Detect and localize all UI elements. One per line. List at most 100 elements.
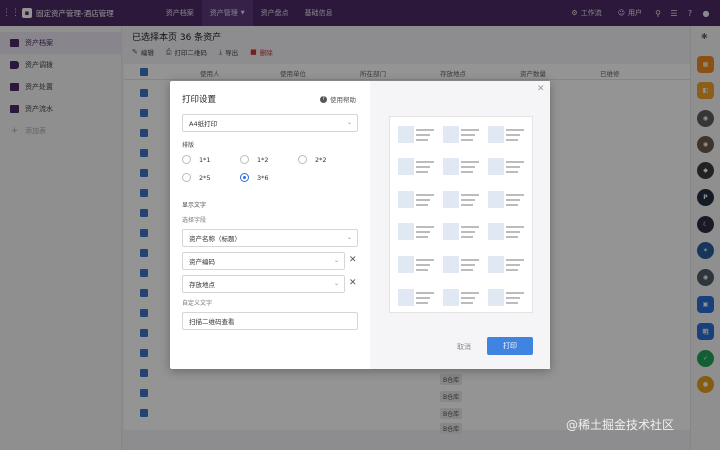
text-line: [461, 204, 473, 206]
label-preview: [488, 256, 527, 273]
text-line: [506, 204, 518, 206]
qr-code-icon: [398, 256, 414, 273]
text-line: [416, 129, 434, 131]
text-line: [416, 297, 430, 299]
text-line: [506, 166, 520, 168]
text-line: [506, 259, 524, 261]
label-preview: [398, 158, 437, 175]
text-line: [461, 259, 479, 261]
text-line: [461, 302, 473, 304]
display-text-label: 显示文字: [182, 202, 207, 209]
text-line: [416, 171, 428, 173]
chevron-down-icon: ⌄: [346, 119, 352, 126]
custom-text-label: 自定义文字: [182, 300, 213, 307]
watermark: @稀土掘金技术社区: [566, 418, 675, 432]
qr-code-icon: [443, 289, 459, 306]
label-preview: [443, 289, 482, 306]
text-line: [416, 231, 430, 233]
layout-label: 排版: [182, 142, 195, 149]
label-preview: [398, 223, 437, 240]
dialog-settings-panel: 打印设置 ? 使用帮助 A4纸打印 ⌄ 排版 1*1 1*2 2*2 2*5 3…: [170, 81, 370, 369]
paper-size-select[interactable]: A4纸打印 ⌄: [182, 114, 358, 132]
text-line: [506, 199, 520, 201]
radio-label: 2*5: [199, 173, 211, 182]
label-preview: [488, 191, 527, 208]
help-link[interactable]: ? 使用帮助: [320, 94, 356, 104]
remove-field-3-icon[interactable]: ✕: [349, 278, 357, 288]
text-line: [416, 236, 428, 238]
field-select-3[interactable]: 存放地点 ⌄: [182, 275, 345, 293]
qr-code-icon: [443, 191, 459, 208]
text-line: [461, 264, 475, 266]
text-line: [461, 297, 475, 299]
print-button[interactable]: 打印: [487, 337, 533, 355]
close-icon[interactable]: ✕: [537, 84, 545, 94]
radio-button: [182, 155, 191, 164]
layout-option-3x6[interactable]: 3*6: [240, 173, 269, 182]
cancel-button[interactable]: 取消: [457, 342, 471, 352]
text-line: [461, 194, 479, 196]
chevron-down-icon: ⌄: [346, 234, 352, 241]
text-line: [416, 292, 434, 294]
paper-size-value: A4纸打印: [189, 120, 218, 128]
text-line: [506, 226, 524, 228]
text-line: [461, 166, 475, 168]
qr-code-icon: [398, 158, 414, 175]
label-preview: [443, 191, 482, 208]
remove-field-2-icon[interactable]: ✕: [349, 255, 357, 265]
radio-label: 2*2: [315, 155, 327, 164]
text-line: [506, 171, 518, 173]
qr-code-icon: [443, 158, 459, 175]
text-line: [506, 297, 520, 299]
text-line: [461, 269, 473, 271]
chevron-down-icon: ⌄: [333, 257, 339, 264]
layout-option-2x5[interactable]: 2*5: [182, 173, 211, 182]
print-preview-page: [389, 116, 533, 313]
text-line: [461, 171, 473, 173]
custom-text-input[interactable]: 扫描二维码查看: [182, 312, 358, 330]
text-line: [506, 139, 518, 141]
qr-code-icon: [398, 191, 414, 208]
qr-code-icon: [443, 126, 459, 143]
text-line: [506, 194, 524, 196]
layout-option-1x1[interactable]: 1*1: [182, 155, 211, 164]
radio-label: 3*6: [257, 173, 269, 182]
text-line: [416, 269, 428, 271]
qr-code-icon: [488, 191, 504, 208]
text-line: [461, 139, 473, 141]
qr-code-icon: [443, 256, 459, 273]
label-preview: [398, 256, 437, 273]
field-select-2[interactable]: 资产编码 ⌄: [182, 252, 345, 270]
text-line: [416, 226, 434, 228]
qr-code-icon: [398, 126, 414, 143]
text-line: [506, 302, 518, 304]
qr-code-icon: [488, 223, 504, 240]
layout-option-2x2[interactable]: 2*2: [298, 155, 327, 164]
chevron-down-icon: ⌄: [333, 280, 339, 287]
text-line: [461, 161, 479, 163]
qr-code-icon: [398, 223, 414, 240]
layout-option-1x2[interactable]: 1*2: [240, 155, 269, 164]
text-line: [461, 292, 479, 294]
field-select-1[interactable]: 资产名称（标题） ⌄: [182, 229, 358, 247]
label-preview: [398, 191, 437, 208]
label-preview: [488, 289, 527, 306]
text-line: [416, 199, 430, 201]
qr-code-icon: [488, 256, 504, 273]
text-line: [506, 134, 520, 136]
text-line: [461, 226, 479, 228]
radio-label: 1*1: [199, 155, 211, 164]
print-preview-panel: [370, 81, 550, 369]
radio-button: [298, 155, 307, 164]
text-line: [506, 231, 520, 233]
field-select-value: 资产编码: [189, 258, 215, 266]
text-line: [416, 204, 428, 206]
label-preview: [443, 256, 482, 273]
text-line: [461, 134, 475, 136]
print-settings-dialog: 打印设置 ? 使用帮助 A4纸打印 ⌄ 排版 1*1 1*2 2*2 2*5 3…: [170, 81, 550, 369]
text-line: [506, 269, 518, 271]
qr-code-icon: [488, 289, 504, 306]
select-fields-label: 选择字段: [182, 217, 207, 224]
label-preview: [398, 289, 437, 306]
radio-button-selected: [240, 173, 249, 182]
